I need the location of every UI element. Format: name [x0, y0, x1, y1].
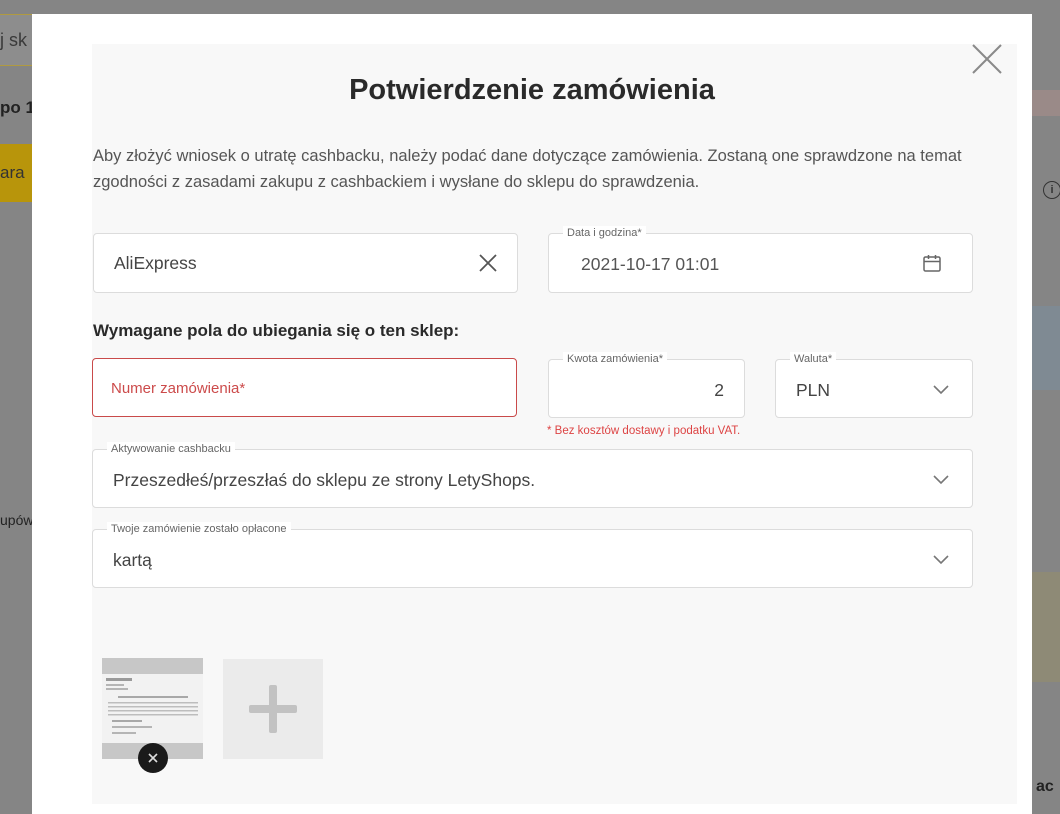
background-block	[1032, 90, 1060, 116]
background-block	[1032, 572, 1060, 682]
calendar-icon[interactable]	[922, 253, 942, 273]
payment-method-value: kartą	[113, 550, 152, 570]
date-time-label: Data i godzina*	[563, 226, 646, 240]
order-confirmation-modal: Potwierdzenie zamówienia Aby złożyć wnio…	[32, 14, 1032, 814]
order-number-input[interactable]: Numer zamówienia*	[92, 358, 517, 417]
receipt-document-preview	[102, 674, 203, 743]
currency-select[interactable]: Waluta* PLN	[775, 352, 973, 418]
close-icon[interactable]	[970, 42, 1004, 76]
modal-description: Aby złożyć wniosek o utratę cashbacku, n…	[93, 147, 962, 191]
info-icon: i	[1043, 181, 1060, 199]
thumbnail-header-bar	[102, 658, 203, 674]
cashback-activation-value: Przeszedłeś/przeszłaś do sklepu ze stron…	[113, 470, 536, 490]
payment-method-label: Twoje zamówienie zostało opłacone	[107, 522, 291, 536]
date-time-value: 2021-10-17 01:01	[581, 254, 720, 274]
chevron-down-icon	[932, 552, 950, 565]
remove-receipt-button[interactable]	[138, 743, 168, 773]
chevron-down-icon	[932, 382, 950, 395]
clear-icon[interactable]	[477, 252, 499, 274]
payment-method-select[interactable]: Twoje zamówienie zostało opłacone kartą	[92, 522, 973, 588]
order-amount-value: 2	[714, 380, 724, 400]
background-text: upów	[0, 512, 34, 528]
close-icon	[148, 753, 158, 763]
date-time-field[interactable]: Data i godzina* 2021-10-17 01:01	[548, 226, 973, 293]
shop-value: AliExpress	[114, 253, 197, 273]
currency-value: PLN	[796, 380, 831, 400]
amount-hint: * Bez kosztów dostawy i podatku VAT.	[547, 425, 741, 437]
background-button: ara	[0, 144, 34, 202]
add-attachment-button[interactable]	[223, 659, 323, 759]
currency-label: Waluta*	[790, 352, 837, 366]
shop-select[interactable]: AliExpress	[93, 233, 518, 293]
order-amount-label: Kwota zamówienia*	[563, 352, 667, 366]
order-number-placeholder: Numer zamówienia*	[111, 380, 246, 397]
order-amount-input[interactable]: Kwota zamówienia* 2	[548, 352, 745, 418]
plus-icon	[249, 685, 297, 733]
chevron-down-icon	[932, 472, 950, 485]
modal-title: Potwierdzenie zamówienia	[349, 74, 715, 106]
background-block	[1032, 306, 1060, 390]
background-text: ac	[1036, 778, 1054, 795]
cashback-activation-select[interactable]: Aktywowanie cashbacku Przeszedłeś/przesz…	[92, 442, 973, 508]
cashback-activation-label: Aktywowanie cashbacku	[107, 442, 235, 456]
required-fields-heading: Wymagane pola do ubiegania się o ten skl…	[93, 321, 460, 340]
